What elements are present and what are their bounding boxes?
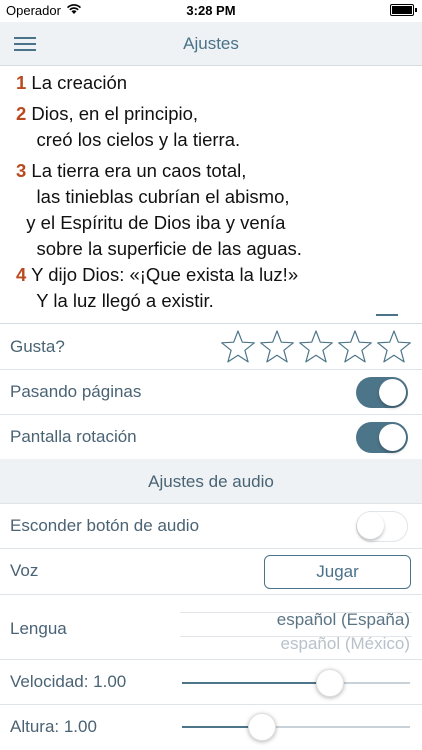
- page-turning-label: Pasando páginas: [10, 382, 142, 401]
- verse-1: 1 La creación: [16, 70, 127, 96]
- rating-label: Gusta?: [10, 337, 65, 356]
- slider-thumb[interactable]: [316, 669, 344, 697]
- voice-row: Voz Jugar: [0, 549, 422, 594]
- hide-audio-button-label: Esconder botón de audio: [10, 516, 200, 535]
- pitch-slider[interactable]: [182, 712, 410, 742]
- star-icon[interactable]: [220, 329, 256, 365]
- speed-row: Velocidad: 1.00: [0, 660, 422, 705]
- verse-number: 1: [16, 72, 27, 93]
- screen-rotation-row: Pantalla rotación: [0, 415, 422, 459]
- hide-audio-button-toggle[interactable]: [356, 511, 408, 542]
- verse-text: La tierra era un caos total, las tiniebl…: [26, 160, 302, 259]
- verse-text: Y dijo Dios: «¡Que exista la luz!» Y la …: [31, 264, 299, 311]
- page-title: Ajustes: [183, 34, 239, 53]
- star-icon[interactable]: [337, 329, 373, 365]
- navigation-bar: Ajustes: [0, 22, 422, 66]
- star-icon[interactable]: [376, 329, 412, 365]
- rating-row: Gusta?: [0, 325, 422, 370]
- toggle-knob: [379, 424, 406, 451]
- star-icon[interactable]: [298, 329, 334, 365]
- star-icon[interactable]: [259, 329, 295, 365]
- toggle-knob: [379, 379, 406, 406]
- language-next-option[interactable]: español (México): [281, 634, 410, 653]
- verse-number: 2: [16, 103, 27, 124]
- slider-fill: [182, 682, 330, 684]
- speed-slider[interactable]: [182, 668, 410, 698]
- screen-rotation-toggle[interactable]: [356, 422, 408, 453]
- voice-label: Voz: [10, 561, 39, 580]
- page-turning-row: Pasando páginas: [0, 370, 422, 415]
- hide-audio-button-row: Esconder botón de audio: [0, 504, 422, 549]
- play-button[interactable]: Jugar: [264, 555, 411, 589]
- verse-number: 4: [16, 264, 27, 285]
- status-bar: Operador 3:28 PM: [0, 0, 422, 22]
- language-row: Lengua español (España) español (México): [0, 594, 422, 660]
- language-selected-option[interactable]: español (España): [277, 610, 410, 630]
- verse-4: 4 Y dijo Dios: «¡Que exista la luz!» Y l…: [16, 262, 298, 314]
- verse-3: 3 La tierra era un caos total, las tinie…: [16, 158, 302, 262]
- language-label: Lengua: [10, 619, 67, 638]
- verse-text: La creación: [26, 72, 128, 93]
- battery-icon: [390, 4, 417, 16]
- pitch-label: Altura: 1.00: [10, 717, 97, 736]
- pitch-row: Altura: 1.00: [0, 705, 422, 750]
- verse-number: 3: [16, 160, 27, 181]
- slider-thumb[interactable]: [248, 713, 276, 741]
- verse-text: Dios, en el principio, creó los cielos y…: [31, 103, 241, 150]
- section-title: Ajustes de audio: [148, 472, 274, 491]
- verse-2: 2 Dios, en el principio, creó los cielos…: [16, 101, 240, 153]
- page-turning-toggle[interactable]: [356, 377, 408, 408]
- preview-divider: [376, 314, 398, 316]
- audio-section-header: Ajustes de audio: [0, 459, 422, 504]
- toggle-knob: [357, 512, 384, 539]
- text-preview: 1 La creación 2 Dios, en el principio, c…: [0, 67, 422, 324]
- clock: 3:28 PM: [186, 3, 236, 18]
- speed-label: Velocidad: 1.00: [10, 672, 127, 691]
- screen-rotation-label: Pantalla rotación: [10, 427, 137, 446]
- language-picker[interactable]: español (España) español (México): [180, 605, 412, 653]
